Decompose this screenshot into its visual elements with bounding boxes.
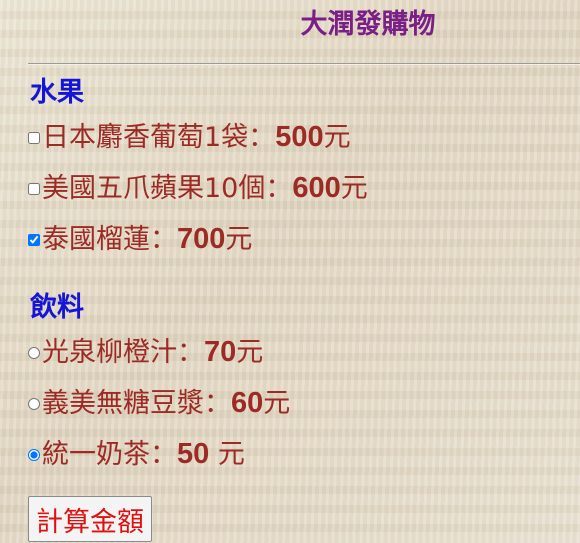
calculate-button[interactable]: 計算金額 bbox=[28, 496, 152, 542]
milk-tea-radio[interactable] bbox=[28, 449, 40, 461]
fruit-heading: 水果 bbox=[30, 77, 84, 108]
milk-tea-label: 統一奶茶：50 元 bbox=[42, 437, 245, 470]
divider bbox=[28, 63, 580, 65]
orange-juice-label: 光泉柳橙汁：70元 bbox=[42, 335, 264, 368]
drink-option-soy-milk[interactable]: 義美無糖豆漿：60元 bbox=[28, 383, 291, 419]
apple-price: 600 bbox=[292, 171, 341, 204]
apple-checkbox[interactable] bbox=[28, 183, 40, 195]
drink-option-orange-juice[interactable]: 光泉柳橙汁：70元 bbox=[28, 332, 264, 368]
soy-milk-price: 60 bbox=[231, 386, 264, 419]
fruit-option-grape[interactable]: 日本麝香葡萄1袋：500元 bbox=[28, 117, 351, 153]
soy-milk-radio[interactable] bbox=[28, 398, 40, 410]
soy-milk-label: 義美無糖豆漿：60元 bbox=[42, 386, 291, 419]
grape-checkbox[interactable] bbox=[28, 132, 40, 144]
fruit-option-durian[interactable]: 泰國榴蓮：700元 bbox=[28, 219, 253, 255]
drink-option-milk-tea[interactable]: 統一奶茶：50 元 bbox=[28, 434, 245, 470]
orange-juice-price: 70 bbox=[204, 335, 237, 368]
milk-tea-price: 50 bbox=[177, 437, 210, 470]
apple-label: 美國五爪蘋果10個：600元 bbox=[42, 171, 368, 204]
durian-price: 700 bbox=[177, 222, 226, 255]
grape-label: 日本麝香葡萄1袋：500元 bbox=[42, 120, 351, 153]
durian-checkbox[interactable] bbox=[28, 234, 40, 246]
drinks-heading: 飲料 bbox=[30, 292, 84, 323]
durian-label: 泰國榴蓮：700元 bbox=[42, 222, 253, 255]
grape-price: 500 bbox=[275, 120, 324, 153]
page-title: 大潤發購物 bbox=[300, 9, 436, 40]
fruit-option-apple[interactable]: 美國五爪蘋果10個：600元 bbox=[28, 168, 368, 204]
orange-juice-radio[interactable] bbox=[28, 347, 40, 359]
